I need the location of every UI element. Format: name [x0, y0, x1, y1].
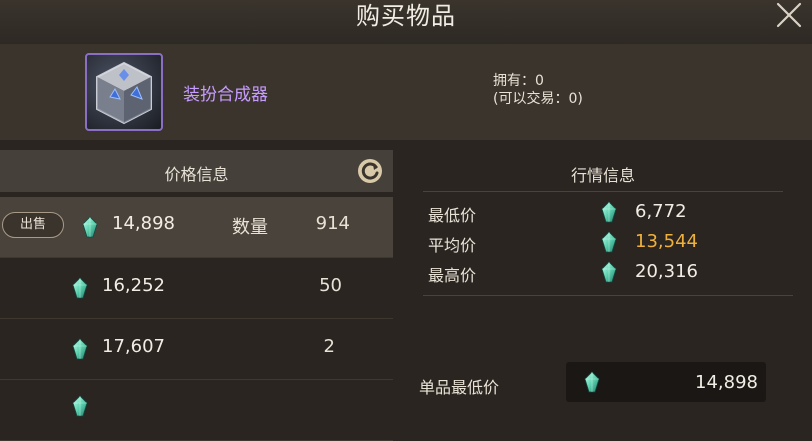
divider	[423, 191, 783, 192]
sell-button[interactable]: 出售	[2, 212, 64, 238]
min-price-label: 最低价	[428, 206, 477, 225]
price-info-title: 价格信息	[164, 165, 229, 184]
max-price-label: 最高价	[428, 266, 477, 285]
gem-currency-icon	[601, 261, 617, 283]
gem-currency-icon	[72, 277, 88, 299]
price-info-panel: 价格信息 出售 14,898 数量 914 16,252 50 17,607 2	[0, 150, 393, 441]
avg-price-value: 13,544	[635, 231, 698, 252]
dialog-header: 购买物品	[0, 0, 812, 45]
unit-min-price-box: 14,898	[566, 362, 766, 402]
tradable-count: (可以交易：0)	[493, 91, 583, 107]
max-price-value: 20,316	[635, 261, 698, 282]
min-price-value: 6,772	[635, 201, 687, 222]
listing-quantity: 2	[323, 336, 335, 357]
listing-row[interactable]: 16,252 50	[0, 258, 393, 319]
owned-count: 拥有：0	[493, 73, 544, 89]
unit-min-price-label: 单品最低价	[419, 378, 500, 397]
quantity-label: 数量	[232, 217, 268, 238]
ownership-info: 拥有：0 (可以交易：0)	[493, 72, 583, 108]
gem-currency-icon	[584, 371, 600, 393]
dialog-title: 购买物品	[356, 2, 456, 30]
refresh-icon[interactable]	[356, 157, 384, 185]
gem-currency-icon	[72, 395, 88, 417]
listing-quantity: 50	[319, 275, 342, 296]
listing-row[interactable]: 17,607 2	[0, 319, 393, 380]
item-name: 装扮合成器	[183, 85, 268, 105]
listing-quantity: 914	[315, 213, 350, 234]
listing-price: 16,252	[102, 275, 165, 296]
divider	[423, 295, 793, 296]
price-info-header: 价格信息	[0, 150, 393, 192]
avg-price-label: 平均价	[428, 236, 477, 255]
synthesizer-item-icon	[85, 53, 163, 131]
listing-price: 17,607	[102, 336, 165, 357]
listing-price: 14,898	[112, 213, 175, 234]
gem-currency-icon	[72, 338, 88, 360]
gem-currency-icon	[601, 231, 617, 253]
gem-currency-icon	[82, 216, 98, 238]
unit-min-price-value: 14,898	[695, 372, 758, 393]
close-icon[interactable]	[772, 0, 806, 30]
market-info-title: 行情信息	[570, 166, 635, 185]
market-info-panel: 行情信息 最低价 6,772 平均价 13,544 最高价 20,316 单品最…	[413, 150, 812, 402]
listing-row[interactable]: 出售 14,898 数量 914	[0, 197, 393, 258]
gem-currency-icon	[601, 201, 617, 223]
listing-row[interactable]	[0, 380, 393, 441]
